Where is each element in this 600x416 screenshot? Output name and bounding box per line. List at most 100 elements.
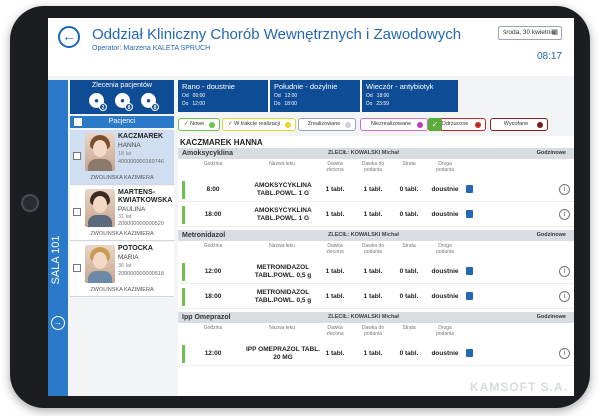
app-screen: ← Oddział Kliniczny Chorób Wewnętrznych … <box>48 18 574 396</box>
date-value: środa, 30 kwietnia <box>503 29 556 36</box>
hourly-label: Godzinowe <box>536 150 566 156</box>
date-picker[interactable]: środa, 30 kwietnia ▦ <box>498 26 562 40</box>
order-count-2: 8 <box>125 103 133 111</box>
col-nazwa: Nazwa leku <box>269 243 295 249</box>
status-filter-bar: ✓ Nowe ✓ W trakcie realizacji Zrealizowa… <box>178 118 574 134</box>
order-count-1: 2 <box>99 103 107 111</box>
med-dose: 1 tabl. <box>325 268 345 275</box>
patient-checkbox[interactable] <box>73 264 81 272</box>
info-icon[interactable]: i <box>559 266 570 277</box>
status-label: Odrzucone <box>441 121 469 127</box>
col-dawka-podania: Dawka do podania <box>361 243 385 255</box>
ordered-by: ZLECIŁ: KOWALSKI Michał <box>328 150 399 156</box>
med-row[interactable]: 18:00 METRONIDAZOL TABL.POWL. 0,5 g 1 tab… <box>178 285 574 309</box>
info-icon[interactable]: i <box>559 184 570 195</box>
status-label: Wycofane <box>503 121 529 127</box>
col-nazwa: Nazwa leku <box>269 325 295 331</box>
patients-header: Pacjenci <box>70 116 174 128</box>
sala-bar[interactable]: SALA 101 → <box>48 80 68 396</box>
home-button[interactable] <box>21 194 39 212</box>
status-bar <box>182 263 185 281</box>
patient-card[interactable]: KACZMAREK HANNA 18 lat 400000000169746 Z… <box>70 130 174 185</box>
col-dawka-zlecona: Dawka zlecona <box>326 243 344 255</box>
col-strata: Strata <box>402 325 416 331</box>
arrow-right-circle-icon[interactable]: → <box>51 316 65 330</box>
col-dawka-zlecona: Dawka zlecona <box>326 325 344 337</box>
drug-header[interactable]: Ipp Omeprazol ZLECIŁ: KOWALSKI Michał Go… <box>178 312 574 323</box>
med-row[interactable]: 18:00 AMOKSYCYKLINA TABL.POWL. 1 G 1 tabl… <box>178 203 574 227</box>
med-route: doustnie <box>431 186 459 193</box>
schedule-title: Południe - dożylnie <box>274 82 338 91</box>
info-icon[interactable]: i <box>559 291 570 302</box>
drug-header[interactable]: Amoksycyklina ZLECIŁ: KOWALSKI Michał Go… <box>178 148 574 159</box>
info-icon[interactable]: i <box>559 348 570 359</box>
med-loss: 0 tabl. <box>399 211 419 218</box>
patient-card[interactable]: POTOCKA MARIA 36 lat 200000000000518 ZWO… <box>70 242 174 297</box>
med-dose: 1 tabl. <box>325 186 345 193</box>
status-bar <box>182 345 185 363</box>
col-strata: Strata <box>402 243 416 249</box>
back-arrow-icon[interactable]: ← <box>58 26 80 48</box>
patient-age: 36 lat <box>118 263 132 269</box>
patient-photo <box>85 189 115 227</box>
order-count-3: 8 <box>151 103 159 111</box>
patient-first-name: HANNA <box>118 142 141 149</box>
patient-card[interactable]: MARTENS- KWIATKOWSKA PAULINA 31 lat 20000… <box>70 186 174 241</box>
patient-age: 18 lat <box>118 151 132 157</box>
med-dose-give: 1 tabl. <box>363 350 383 357</box>
ordered-by: ZLECIŁ: KOWALSKI Michał <box>328 232 399 238</box>
status-dot <box>209 121 215 128</box>
document-icon[interactable] <box>466 292 473 300</box>
orders-label: Zlecenia pacjentów <box>92 82 152 89</box>
schedule-block-evening[interactable]: Wieczór - antybiotyk Od 18:00 Do 23:59 <box>362 80 458 112</box>
med-dose-give: 1 tabl. <box>363 186 383 193</box>
document-icon[interactable] <box>466 210 473 218</box>
med-name: AMOKSYCYKLINA TABL.POWL. 1 G <box>254 207 312 222</box>
patient-checkbox[interactable] <box>73 208 81 216</box>
drug-name: Ipp Omeprazol <box>182 314 231 321</box>
hourly-label: Godzinowe <box>536 232 566 238</box>
clock: 08:17 <box>536 51 562 62</box>
status-label: Niezrealizowane <box>370 121 412 127</box>
hourly-label: Godzinowe <box>536 314 566 320</box>
app-header: ← Oddział Kliniczny Chorób Wewnętrznych … <box>48 18 574 76</box>
status-filter-niezrealizowane[interactable]: Niezrealizowane <box>360 118 428 131</box>
calendar-icon: ▦ <box>551 29 558 36</box>
schedule-block-morning[interactable]: Rano - doustnie Od 00:00 Do 12:00 <box>178 80 268 112</box>
med-loss: 0 tabl. <box>399 268 419 275</box>
document-icon[interactable] <box>466 267 473 275</box>
schedule-block-noon[interactable]: Południe - dożylnie Od 12:00 Do 18:00 <box>270 80 360 112</box>
info-icon[interactable]: i <box>559 209 570 220</box>
document-icon[interactable] <box>466 349 473 357</box>
order-type-icon-3[interactable]: ● 8 <box>141 93 159 111</box>
med-row[interactable]: 12:00 METRONIDAZOL TABL.POWL. 0,5 g 1 tab… <box>178 260 574 284</box>
status-filter-nowe[interactable]: ✓ Nowe <box>178 118 220 131</box>
schedule-from: Od 18:00 <box>366 93 390 99</box>
select-all-checkbox[interactable] <box>74 118 82 126</box>
patient-age: 31 lat <box>118 214 132 220</box>
order-type-icon-2[interactable]: ● 8 <box>115 93 133 111</box>
med-loss: 0 tabl. <box>399 293 419 300</box>
med-name: METRONIDAZOL TABL.POWL. 0,5 g <box>254 264 312 279</box>
status-filter-zrealizowane[interactable]: Zrealizowane <box>298 118 356 131</box>
schedule-to: Do 23:59 <box>366 101 389 107</box>
schedule-from: Od 12:00 <box>274 93 298 99</box>
status-dot <box>475 121 481 128</box>
col-dawka-podania: Dawka do podania <box>361 161 385 173</box>
order-type-icon-1[interactable]: ● 2 <box>89 93 107 111</box>
med-time: 18:00 <box>204 211 222 218</box>
approve-button[interactable]: ✓ <box>428 118 442 131</box>
med-dose: 1 tabl. <box>325 350 345 357</box>
patient-checkbox[interactable] <box>73 152 81 160</box>
patient-id: 200000000000518 <box>118 271 164 277</box>
document-icon[interactable] <box>466 185 473 193</box>
left-sidebar: SALA 101 → Zlecenia pacjentów ● 2 ● 8 ● 8 P… <box>48 80 176 396</box>
drug-header[interactable]: Metronidazol ZLECIŁ: KOWALSKI Michał God… <box>178 230 574 241</box>
med-row[interactable]: 12:00 IPP OMEPRAZOL TABL. 20 MG 1 tabl. 1… <box>178 342 574 366</box>
status-filter-wycofane[interactable]: Wycofane <box>490 118 548 131</box>
status-label: W trakcie realizacji <box>234 121 280 127</box>
med-time: 12:00 <box>204 268 222 275</box>
med-row[interactable]: 8:00 AMOKSYCYKLINA TABL.POWL. 1 G 1 tabl.… <box>178 178 574 202</box>
drug-name: Metronidazol <box>182 232 226 239</box>
status-filter-w-trakcie[interactable]: ✓ W trakcie realizacji <box>222 118 296 131</box>
